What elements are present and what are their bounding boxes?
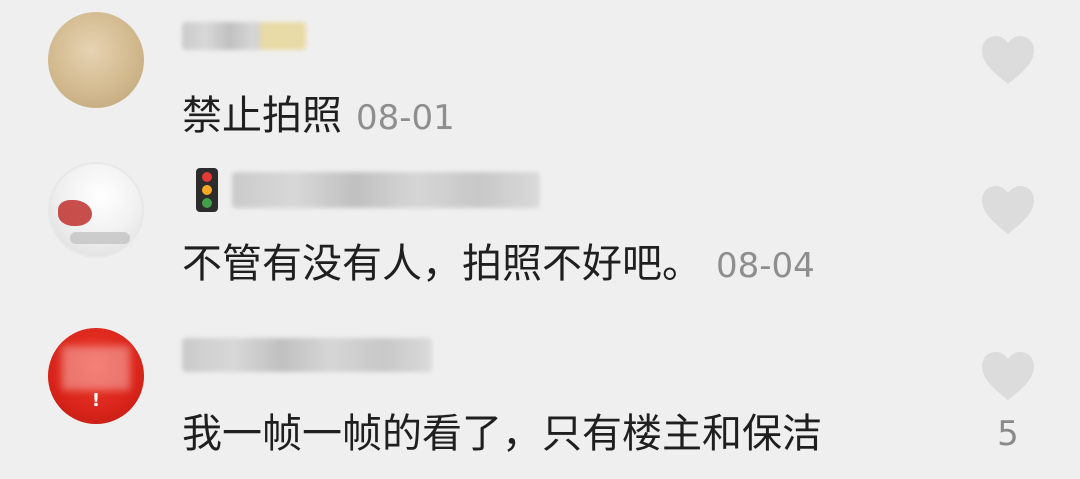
- username-blurred[interactable]: [182, 22, 306, 50]
- green-light: [202, 198, 212, 208]
- username-blurred[interactable]: [232, 172, 540, 208]
- avatar[interactable]: !: [48, 328, 144, 424]
- yellow-light: [202, 185, 212, 195]
- comment-text-line: 不管有没有人，拍照不好吧。 08-04: [182, 240, 815, 290]
- comment-text-line: 禁止拍照 08-01: [182, 92, 455, 142]
- username-blurred[interactable]: [182, 338, 432, 372]
- avatar-blur: [62, 346, 130, 390]
- comment-section: 禁止拍照 08-01 不管有没有人，拍照不好吧。 08-04 ! 我一帧一帧的看了，…: [0, 0, 1080, 479]
- red-light: [202, 172, 212, 182]
- heart-icon[interactable]: [980, 34, 1036, 86]
- comment-text-line: 我一帧一帧的看了，只有楼主和保洁: [182, 410, 822, 458]
- traffic-light-icon: [196, 168, 218, 212]
- username-blur-tail: [260, 22, 306, 50]
- comment-date: 08-01: [356, 98, 455, 138]
- avatar[interactable]: [48, 12, 144, 108]
- avatar[interactable]: [48, 162, 144, 258]
- comment-text: 不管有没有人，拍照不好吧。: [182, 241, 702, 287]
- heart-icon[interactable]: [980, 350, 1036, 402]
- exclamation-icon: !: [91, 390, 101, 411]
- comment-text: 我一帧一帧的看了，只有楼主和保洁: [182, 411, 822, 457]
- comment-date: 08-04: [716, 246, 815, 286]
- heart-icon[interactable]: [980, 184, 1036, 236]
- comment-text: 禁止拍照: [182, 93, 342, 139]
- like-count: 5: [997, 414, 1019, 454]
